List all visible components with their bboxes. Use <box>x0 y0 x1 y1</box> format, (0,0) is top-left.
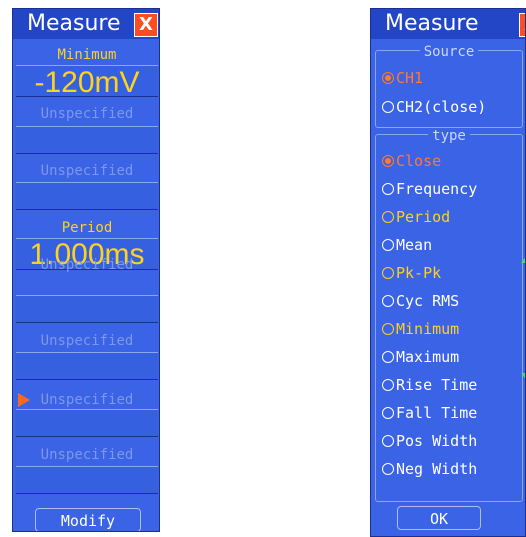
type-option-mean[interactable]: Mean <box>382 236 432 254</box>
radio-icon <box>382 463 394 475</box>
type-option-cyc-rms[interactable]: Cyc RMS <box>382 292 459 310</box>
radio-icon <box>382 407 394 419</box>
modify-button[interactable]: Modify <box>35 508 141 531</box>
type-option-minimum[interactable]: Minimum <box>382 320 459 338</box>
panel-title: Measure <box>27 11 121 36</box>
slot-7-label: Unspecified <box>40 392 134 408</box>
slot-5-box[interactable] <box>16 295 158 323</box>
radio-icon <box>382 435 394 447</box>
source-legend: Source <box>419 44 479 60</box>
source-group: Source CH1 CH2(close) <box>375 44 523 128</box>
radio-icon <box>382 211 394 223</box>
slot-5-label: Unspecified <box>40 257 134 273</box>
radio-icon <box>382 351 394 363</box>
slot-1-label: Minimum <box>57 47 117 63</box>
radio-icon <box>382 239 394 251</box>
type-option-period[interactable]: Period <box>382 208 450 226</box>
radio-icon <box>382 323 394 335</box>
radio-icon <box>382 183 394 195</box>
source-option-ch2[interactable]: CH2(close) <box>382 98 486 116</box>
radio-icon <box>382 379 394 391</box>
type-option-pk-pk[interactable]: Pk-Pk <box>382 264 441 282</box>
type-option-rise-time[interactable]: Rise Time <box>382 376 477 394</box>
close-icon[interactable]: X <box>519 13 525 37</box>
slot-3-label: Unspecified <box>40 163 134 179</box>
source-option-ch1[interactable]: CH1 <box>382 69 423 87</box>
slot-6-label: Unspecified <box>40 333 134 349</box>
type-group: type Close Frequency Period Mean Pk-Pk C… <box>375 128 523 502</box>
title-bar: Measure X <box>371 9 525 39</box>
type-option-maximum[interactable]: Maximum <box>382 348 459 366</box>
slot-3-box[interactable] <box>16 182 158 210</box>
slot-8-label: Unspecified <box>40 447 134 463</box>
slot-1-value: -120mV <box>34 66 140 99</box>
type-legend: type <box>428 128 470 144</box>
slot-2-box[interactable] <box>16 126 158 154</box>
scroll-up-arrow-icon[interactable] <box>521 255 525 263</box>
radio-icon <box>382 267 394 279</box>
panel-title: Measure <box>385 11 479 36</box>
slot-2-label: Unspecified <box>40 106 134 122</box>
slot-8-box[interactable] <box>16 466 158 494</box>
type-option-pos-width[interactable]: Pos Width <box>382 432 477 450</box>
close-icon[interactable]: X <box>134 13 158 37</box>
slot-4-label: Period <box>61 220 113 236</box>
scroll-down-arrow-icon[interactable] <box>521 373 525 381</box>
slot-6-box[interactable] <box>16 352 158 380</box>
type-option-fall-time[interactable]: Fall Time <box>382 404 477 422</box>
radio-icon <box>382 295 394 307</box>
type-option-neg-width[interactable]: Neg Width <box>382 460 477 478</box>
type-option-close[interactable]: Close <box>382 152 441 170</box>
ok-button[interactable]: OK <box>397 506 481 530</box>
radio-icon <box>382 101 394 113</box>
type-option-frequency[interactable]: Frequency <box>382 180 477 198</box>
title-bar: Measure X <box>13 9 159 39</box>
measure-results-panel: Measure X Minimum -120mV Unspecified Uns… <box>12 8 160 532</box>
radio-icon <box>382 155 394 167</box>
radio-icon <box>382 72 394 84</box>
measure-settings-panel: Measure X Source CH1 CH2(close) type Clo… <box>370 8 526 537</box>
slot-7-box[interactable] <box>16 409 158 437</box>
